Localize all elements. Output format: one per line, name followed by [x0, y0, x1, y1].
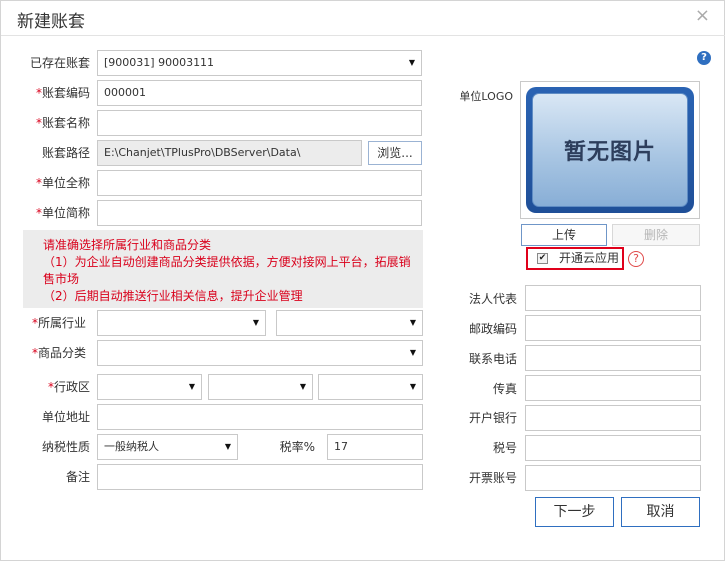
account-code-label: *账套编码: [35, 86, 90, 100]
address-label: 单位地址: [41, 410, 90, 424]
account-name-label: *账套名称: [35, 116, 90, 130]
existing-account-value: [900031] 90003111: [104, 56, 215, 69]
industry-select-primary[interactable]: ▼: [97, 310, 266, 336]
tax-nature-label: 纳税性质: [41, 440, 90, 454]
dialog-title: 新建账套: [17, 12, 85, 32]
logo-label: 单位LOGO: [459, 90, 513, 103]
existing-account-select[interactable]: [900031] 90003111 ▼: [97, 50, 422, 76]
postal-code-label: 邮政编码: [468, 322, 517, 336]
invoice-account-label: 开票账号: [468, 471, 517, 485]
remarks-input[interactable]: [97, 464, 423, 490]
product-category-label: *商品分类: [31, 346, 86, 360]
notice-line: （1）为企业自动创建商品分类提供依据，方便对接网上平台，拓展销售市场: [43, 255, 411, 286]
fax-label: 传真: [492, 382, 517, 396]
chevron-down-icon: ▼: [409, 348, 416, 357]
phone-label: 联系电话: [468, 352, 517, 366]
industry-notice: 请准确选择所属行业和商品分类 （1）为企业自动创建商品分类提供依据，方便对接网上…: [23, 230, 423, 308]
account-code-input[interactable]: 000001: [97, 80, 422, 106]
logo-placeholder-face: 暂无图片: [532, 93, 688, 207]
company-full-name-label: *单位全称: [35, 176, 90, 190]
new-account-dialog: 新建账套 × ? 已存在账套 [900031] 90003111 ▼ *账套编码…: [0, 0, 725, 561]
phone-input[interactable]: [525, 345, 701, 371]
region-province-select[interactable]: ▼: [97, 374, 202, 400]
region-district-select[interactable]: ▼: [318, 374, 423, 400]
tax-rate-label: 税率%: [279, 440, 315, 454]
cloud-app-checkbox[interactable]: ✔: [537, 253, 548, 264]
tax-rate-input[interactable]: 17: [327, 434, 423, 460]
company-full-name-input[interactable]: [97, 170, 422, 196]
fax-input[interactable]: [525, 375, 701, 401]
tax-nature-select[interactable]: 一般纳税人 ▼: [97, 434, 238, 460]
account-name-input[interactable]: [97, 110, 422, 136]
chevron-down-icon: ▼: [224, 442, 231, 451]
next-button[interactable]: 下一步: [535, 497, 614, 527]
industry-select-secondary[interactable]: ▼: [276, 310, 423, 336]
bank-input[interactable]: [525, 405, 701, 431]
address-input[interactable]: [97, 404, 423, 430]
help-icon[interactable]: ?: [697, 51, 711, 65]
region-label: *行政区: [47, 380, 90, 394]
tax-number-input[interactable]: [525, 435, 701, 461]
legal-rep-input[interactable]: [525, 285, 701, 311]
existing-account-label: 已存在账套: [29, 56, 90, 70]
cloud-app-highlight: ✔ 开通云应用: [526, 247, 624, 270]
chevron-down-icon: ▼: [188, 382, 195, 391]
close-icon[interactable]: ×: [695, 5, 710, 26]
invoice-account-input[interactable]: [525, 465, 701, 491]
legal-rep-label: 法人代表: [468, 292, 517, 306]
chevron-down-icon: ▼: [299, 382, 306, 391]
region-city-select[interactable]: ▼: [208, 374, 313, 400]
company-short-name-label: *单位简称: [35, 206, 90, 220]
postal-code-input[interactable]: [525, 315, 701, 341]
logo-placeholder-text: 暂无图片: [563, 140, 656, 165]
cancel-button[interactable]: 取消: [621, 497, 700, 527]
tax-nature-value: 一般纳税人: [104, 440, 159, 453]
delete-button[interactable]: 删除: [612, 224, 700, 246]
upload-button[interactable]: 上传: [521, 224, 607, 246]
bank-label: 开户银行: [468, 411, 517, 425]
chevron-down-icon: ▼: [252, 318, 259, 327]
industry-label: *所属行业: [31, 316, 86, 330]
cloud-app-label: 开通云应用: [559, 251, 620, 265]
account-path-label: 账套路径: [41, 146, 90, 160]
chevron-down-icon: ▼: [408, 58, 415, 67]
account-path-input[interactable]: E:\Chanjet\TPlusPro\DBServer\Data\: [97, 140, 362, 166]
logo-preview: 暂无图片: [520, 81, 700, 219]
company-short-name-input[interactable]: [97, 200, 422, 226]
logo-placeholder-image: 暂无图片: [526, 87, 694, 213]
chevron-down-icon: ▼: [409, 382, 416, 391]
notice-line: （2）后期自动推送行业相关信息，提升企业管理: [43, 289, 303, 303]
title-divider: [1, 35, 725, 36]
notice-line: 请准确选择所属行业和商品分类: [43, 238, 212, 252]
cloud-help-icon[interactable]: ?: [628, 251, 644, 267]
product-category-select[interactable]: ▼: [97, 340, 423, 366]
chevron-down-icon: ▼: [409, 318, 416, 327]
browse-button[interactable]: 浏览...: [368, 141, 422, 165]
tax-number-label: 税号: [492, 441, 517, 455]
remarks-label: 备注: [65, 470, 90, 484]
